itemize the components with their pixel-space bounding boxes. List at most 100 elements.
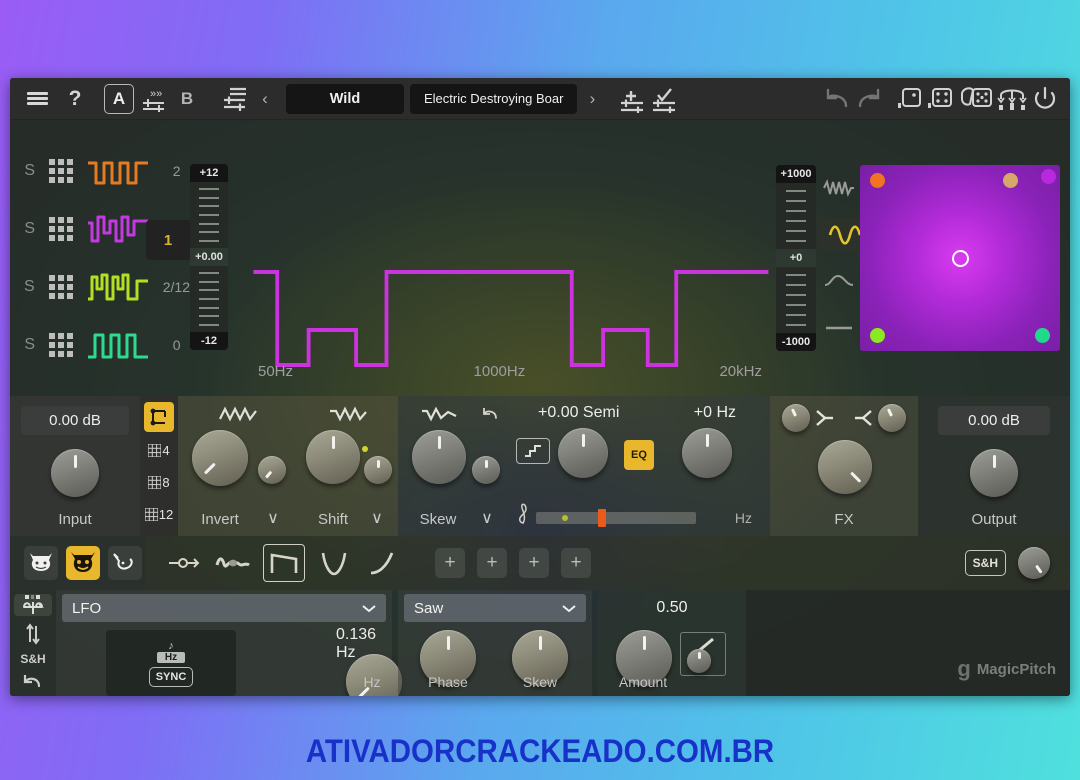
shift-submenu[interactable]: ∨ (360, 508, 394, 528)
sample-hold-side-button[interactable]: S&H (14, 652, 52, 666)
input-knob[interactable] (51, 449, 99, 497)
xy-corner-top-right-inner[interactable] (1003, 173, 1018, 188)
shift-knob[interactable] (306, 430, 368, 484)
ratio-label[interactable]: 2 (163, 163, 190, 179)
matrix-icon[interactable] (49, 217, 74, 241)
matrix-icon[interactable] (48, 275, 73, 299)
curve-knob[interactable] (687, 649, 711, 673)
reset-icon[interactable] (14, 672, 52, 694)
xy-corner-top-right[interactable] (1041, 169, 1056, 184)
pitch-slider[interactable] (536, 509, 696, 527)
slot-b-button[interactable]: B (172, 84, 202, 114)
bank-name-button[interactable]: Wild (286, 83, 404, 114)
slow-wave-icon[interactable] (819, 264, 859, 298)
lfo-source-dropdown[interactable]: LFO (62, 594, 386, 622)
pitch-fader[interactable]: 1 +12 +0.00 -12 (146, 164, 228, 350)
semi-knob[interactable] (558, 428, 608, 478)
demon-light-icon[interactable] (24, 546, 58, 580)
pitch-fader-badge[interactable]: 1 (146, 220, 190, 260)
dice-many-icon[interactable] (926, 84, 958, 114)
skew-mod-knob[interactable] (472, 456, 500, 484)
demon-full-icon[interactable] (66, 546, 100, 580)
ratio-label[interactable]: 2/12 (163, 279, 190, 295)
pitch-slider-handle[interactable] (598, 509, 606, 527)
note-hz-toggle[interactable]: ♪ Hz (157, 640, 185, 663)
sync-button[interactable]: SYNC (148, 666, 194, 687)
output-knob[interactable] (970, 449, 1018, 497)
spectrum-display[interactable]: 50Hz 1000Hz 20kHz (244, 120, 776, 396)
fx-in-knob[interactable] (782, 404, 810, 432)
fx-out-knob[interactable] (878, 404, 906, 432)
skew-submenu[interactable]: ∨ (470, 508, 504, 528)
next-preset-button[interactable]: › (577, 84, 607, 114)
grid-12-button[interactable]: 12 (144, 500, 174, 528)
solo-button[interactable]: S (24, 336, 35, 354)
slot-a-button[interactable]: A (104, 83, 134, 114)
matrix-icon[interactable] (49, 159, 74, 183)
confirm-preset-icon[interactable] (649, 84, 681, 114)
link-shape-icon[interactable] (163, 544, 205, 582)
sample-hold-button[interactable]: S&H (964, 550, 1006, 576)
invert-knob[interactable] (192, 430, 248, 486)
preset-name-button[interactable]: Electric Destroying Boar (410, 83, 578, 114)
routing-button[interactable] (144, 402, 174, 432)
xy-corner-bottom-right[interactable] (1035, 328, 1050, 343)
hz-knob[interactable] (682, 428, 732, 478)
ramp-shape-icon[interactable] (363, 544, 405, 582)
curve-icon[interactable] (680, 632, 726, 676)
fast-wave-icon[interactable] (819, 171, 859, 205)
input-value[interactable]: 0.00 dB (21, 406, 129, 435)
save-preset-icon[interactable] (617, 84, 649, 114)
stairstep-icon[interactable] (516, 438, 550, 464)
preset-list-icon[interactable] (220, 84, 250, 114)
oscillator-row[interactable]: S 2/12 (24, 258, 190, 316)
add-slot-3-button[interactable]: + (519, 548, 549, 578)
randomize-sliders-icon[interactable] (996, 84, 1030, 114)
cents-fader[interactable]: +1000 +0 -1000 (776, 165, 816, 351)
invert-submenu[interactable]: ∨ (256, 508, 290, 528)
xy-corner-bottom-left[interactable] (870, 328, 885, 343)
add-slot-4-button[interactable]: + (561, 548, 591, 578)
demon-horn-icon[interactable] (108, 546, 142, 580)
reset-icon[interactable] (482, 406, 500, 429)
redo-icon[interactable] (854, 84, 884, 114)
solo-button[interactable]: S (24, 162, 35, 180)
updown-arrows-icon[interactable] (14, 622, 52, 646)
hz-value[interactable]: +0 Hz (694, 404, 736, 422)
ratio-label[interactable]: 0 (163, 337, 190, 353)
hamburger-icon[interactable] (22, 84, 52, 114)
fx-knob[interactable] (818, 440, 872, 494)
xy-pad-handle[interactable] (951, 249, 969, 267)
lfo-shape-dropdown[interactable]: Saw (404, 594, 586, 622)
add-slot-2-button[interactable]: + (477, 548, 507, 578)
eq-button[interactable]: EQ (624, 440, 654, 470)
solo-button[interactable]: S (24, 220, 35, 238)
sample-hold-knob[interactable] (1018, 547, 1050, 579)
xy-pad[interactable] (860, 165, 1060, 351)
grid-4-button[interactable]: 4 (144, 436, 174, 464)
flat-line-icon[interactable] (819, 311, 859, 345)
skew-knob[interactable] (412, 430, 466, 484)
add-slot-1-button[interactable]: + (435, 548, 465, 578)
copy-ab-icon[interactable]: »» (138, 84, 168, 114)
lfo-mod-icon[interactable] (14, 594, 52, 616)
semi-value[interactable]: +0.00 Semi (538, 404, 619, 422)
xy-corner-top-left[interactable] (870, 173, 885, 188)
power-icon[interactable] (1030, 84, 1060, 114)
help-button[interactable]: ? (60, 84, 90, 114)
dice-pair-icon[interactable] (958, 84, 996, 114)
solo-button[interactable]: S (24, 278, 35, 296)
matrix-icon[interactable] (49, 333, 74, 357)
invert-mod-knob[interactable] (258, 456, 286, 484)
prev-preset-button[interactable]: ‹ (250, 84, 280, 114)
oscillator-row[interactable]: S 2 (24, 142, 190, 200)
shift-mod-knob[interactable] (364, 456, 392, 484)
decay-shape-icon[interactable] (263, 544, 305, 582)
oscillator-row[interactable]: S 0 (24, 316, 190, 374)
v-shape-icon[interactable] (313, 544, 355, 582)
noise-shape-icon[interactable] (213, 544, 255, 582)
lfo-amount-value[interactable]: 0.50 (604, 594, 740, 622)
grid-8-button[interactable]: 8 (144, 468, 174, 496)
output-value[interactable]: 0.00 dB (938, 406, 1050, 435)
dice-one-icon[interactable] (896, 84, 926, 114)
